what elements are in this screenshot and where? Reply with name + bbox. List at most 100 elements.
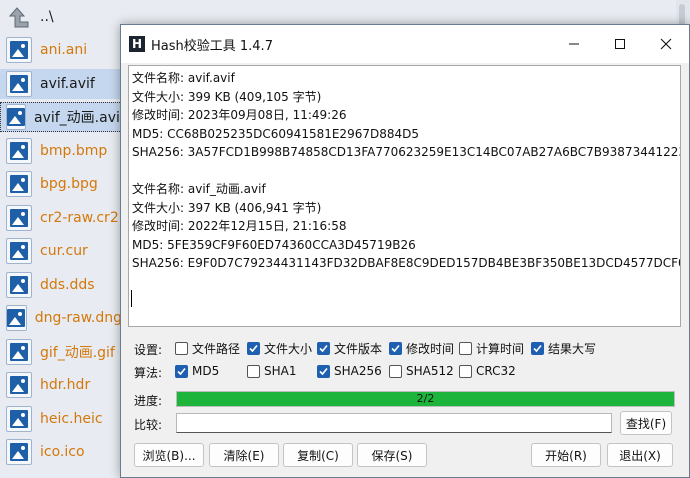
algorithms-checkbox[interactable]: SHA1 xyxy=(247,362,296,380)
settings-checkbox[interactable]: 文件路径 xyxy=(175,339,240,357)
file-list-item[interactable]: cur.cur xyxy=(0,236,122,266)
checkbox-box xyxy=(459,341,472,355)
settings-label: 设置: xyxy=(134,343,163,357)
checkmark-icon xyxy=(389,341,402,355)
compare-input[interactable] xyxy=(176,413,612,433)
file-name: cr2-raw.cr2 xyxy=(40,209,119,226)
checkbox-box xyxy=(389,364,402,378)
title-bar[interactable]: H Hash校验工具 1.4.7 xyxy=(121,25,689,63)
algorithms-checkbox-label: MD5 xyxy=(192,364,220,378)
close-icon xyxy=(660,38,672,50)
file-list-item[interactable]: avif.avif xyxy=(0,68,122,99)
file-name: avif.avif xyxy=(40,75,95,92)
image-file-icon xyxy=(6,338,32,365)
file-name: ani.ani xyxy=(40,42,88,58)
image-file-icon xyxy=(6,305,27,331)
image-file-icon xyxy=(6,204,32,231)
image-file-icon xyxy=(6,104,26,130)
parent-folder-label: ..\ xyxy=(40,9,54,25)
exit-button[interactable]: 退出(X) xyxy=(607,443,673,467)
file-name: cur.cur xyxy=(40,243,88,259)
settings-checkbox-label: 文件路径 xyxy=(192,341,241,356)
file-list-item[interactable]: dng-raw.dng xyxy=(0,303,122,333)
file-name: hdr.hdr xyxy=(40,377,91,393)
image-file-icon xyxy=(6,37,32,63)
image-file-icon xyxy=(6,137,32,164)
algorithms-checkbox-label: SHA512 xyxy=(406,364,454,378)
hash-tool-dialog: H Hash校验工具 1.4.7 文件名称: avif.avif 文件大小: 39… xyxy=(120,24,690,478)
image-file-icon xyxy=(6,405,32,432)
algorithms-checkbox[interactable]: MD5 xyxy=(175,362,219,380)
settings-checkbox-label: 结果大写 xyxy=(548,341,597,356)
file-name: bmp.bmp xyxy=(40,142,108,159)
output-line: 修改时间: 2022年12月15日, 21:16:58 xyxy=(132,219,347,233)
file-list-item[interactable]: gif_动画.gif xyxy=(0,337,122,367)
file-list-item[interactable]: ico.ico xyxy=(0,437,122,467)
settings-checkbox[interactable]: 文件大小 xyxy=(247,339,312,357)
app-icon: H xyxy=(129,36,145,52)
file-name: heic.heic xyxy=(40,410,103,427)
image-file-icon xyxy=(6,70,32,97)
start-button[interactable]: 开始(R) xyxy=(531,443,601,467)
minimize-button[interactable] xyxy=(551,25,597,63)
progress-text: 2/2 xyxy=(416,392,435,405)
algorithms-checkbox[interactable]: SHA256 xyxy=(317,362,382,380)
checkmark-icon xyxy=(247,341,260,355)
checkmark-icon xyxy=(531,341,544,355)
result-textbox[interactable]: 文件名称: avif.avif 文件大小: 399 KB (409,105 字节)… xyxy=(128,65,681,327)
checkbox-box xyxy=(247,364,260,378)
browse-button[interactable]: 浏览(B)... xyxy=(134,443,204,467)
file-name: ico.ico xyxy=(40,444,85,460)
settings-checkbox[interactable]: 计算时间 xyxy=(459,339,524,357)
algorithms-checkbox[interactable]: SHA512 xyxy=(389,362,454,380)
file-list-item[interactable]: hdr.hdr xyxy=(0,370,122,400)
parent-folder-item[interactable]: ..\ xyxy=(0,2,122,32)
settings-checkbox[interactable]: 文件版本 xyxy=(317,339,382,357)
output-line: MD5: 5FE359CF9F60ED74360CCA3D45719B26 xyxy=(132,237,416,252)
file-list-item[interactable]: cr2-raw.cr2 xyxy=(0,203,122,233)
file-list-item[interactable]: heic.heic xyxy=(0,404,122,434)
image-file-icon xyxy=(6,271,32,298)
settings-checkbox-label: 修改时间 xyxy=(406,341,455,356)
image-file-icon xyxy=(6,439,32,465)
save-button[interactable]: 保存(S) xyxy=(357,443,427,467)
settings-checkbox[interactable]: 结果大写 xyxy=(531,339,596,357)
settings-checkbox-label: 文件版本 xyxy=(334,341,383,356)
progress-bar: 2/2 xyxy=(176,391,675,407)
settings-checkbox[interactable]: 修改时间 xyxy=(389,339,454,357)
find-button[interactable]: 查找(F) xyxy=(620,411,672,435)
output-line: 文件大小: 399 KB (409,105 字节) xyxy=(132,89,322,104)
file-list-item[interactable]: ani.ani xyxy=(0,35,122,65)
maximize-icon xyxy=(615,39,625,49)
maximize-button[interactable] xyxy=(597,25,643,63)
output-line: MD5: CC68B025235DC60941581E2967D884D5 xyxy=(132,126,419,141)
image-file-icon xyxy=(6,238,32,264)
output-line: 文件名称: avif.avif xyxy=(132,71,235,85)
file-name: dds.dds xyxy=(40,276,95,293)
file-list-item[interactable]: dds.dds xyxy=(0,270,122,300)
settings-checkbox-label: 计算时间 xyxy=(476,341,525,356)
algorithms-checkbox-label: SHA1 xyxy=(264,364,297,378)
output-line: 文件大小: 397 KB (406,941 字节) xyxy=(132,200,322,215)
algorithms-checkbox[interactable]: CRC32 xyxy=(459,362,516,380)
algorithms-checkbox-label: SHA256 xyxy=(334,364,382,378)
algorithms-checkbox-label: CRC32 xyxy=(476,364,516,378)
minimize-icon xyxy=(569,43,579,45)
checkmark-icon xyxy=(175,364,188,378)
file-list-item[interactable]: bpg.bpg xyxy=(0,169,122,199)
image-file-icon xyxy=(6,171,32,197)
file-list-item[interactable]: avif_动画.avif xyxy=(0,102,125,132)
file-name: dng-raw.dng xyxy=(34,310,122,326)
clear-button[interactable]: 清除(E) xyxy=(209,443,279,467)
output-blank-line xyxy=(132,162,680,181)
checkmark-icon xyxy=(317,341,330,355)
window-title: Hash校验工具 1.4.7 xyxy=(151,38,273,54)
copy-button[interactable]: 复制(C) xyxy=(283,443,353,467)
file-list-item[interactable]: bmp.bmp xyxy=(0,136,122,166)
file-name: gif_动画.gif xyxy=(40,344,115,361)
checkbox-box xyxy=(459,364,472,378)
output-line: 修改时间: 2023年09月08日, 11:49:26 xyxy=(132,108,347,122)
close-button[interactable] xyxy=(643,25,689,63)
text-caret xyxy=(131,290,132,307)
output-line: 文件名称: avif_动画.avif xyxy=(132,182,266,196)
